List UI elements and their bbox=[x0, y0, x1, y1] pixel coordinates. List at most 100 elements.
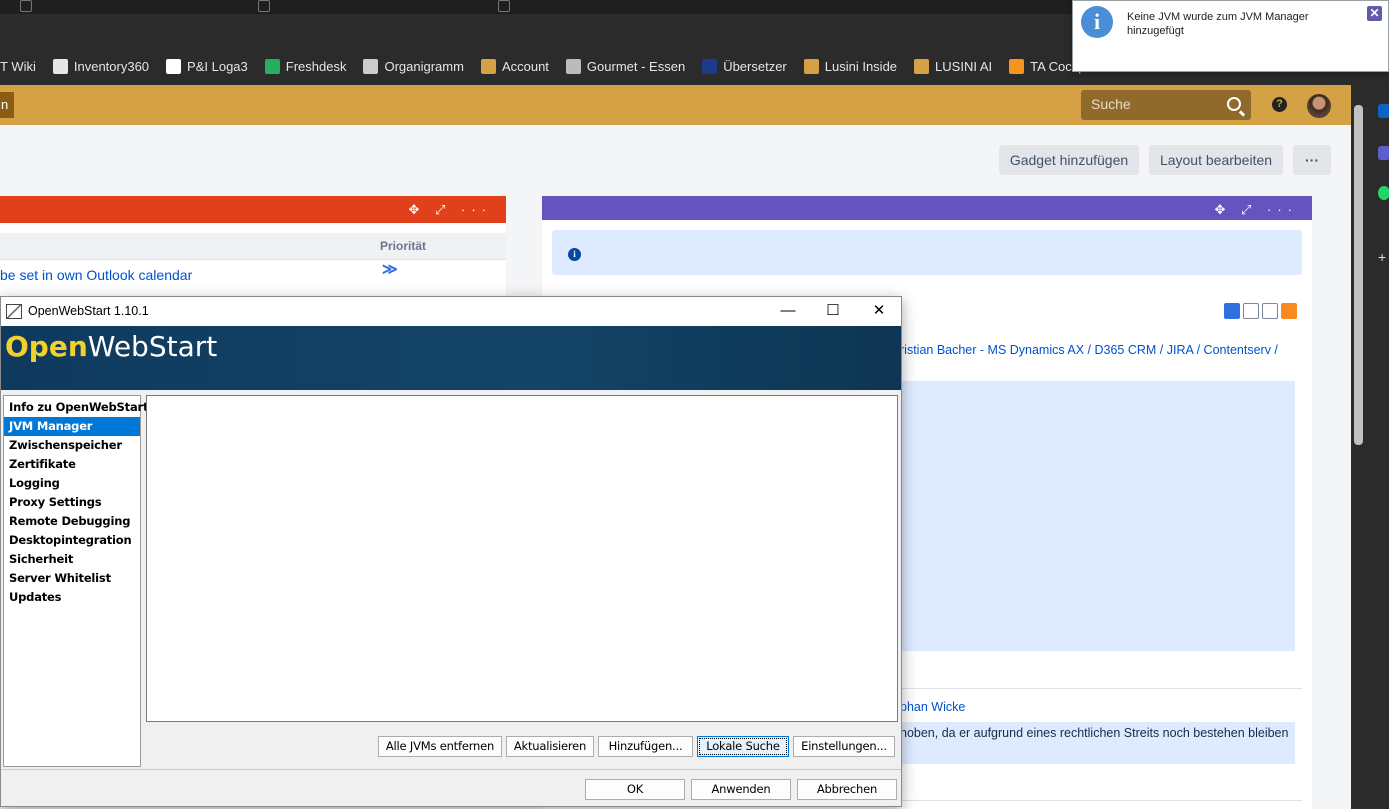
bookmark-icon bbox=[264, 59, 280, 74]
view-switcher bbox=[1224, 303, 1297, 319]
ok-button[interactable]: OK bbox=[585, 779, 685, 800]
openwebstart-window: OpenWebStart 1.10.1 — ☐ ✕ OpenWebStart I… bbox=[0, 296, 902, 807]
window-titlebar[interactable]: OpenWebStart 1.10.1 — ☐ ✕ bbox=[1, 297, 901, 326]
nav-item[interactable]: Sicherheit bbox=[4, 550, 140, 569]
gadget-right-header: ✥ ⤢ ··· bbox=[542, 196, 1312, 220]
nav-item[interactable]: Zertifikate bbox=[4, 455, 140, 474]
jvm-settings-button[interactable]: Einstellungen... bbox=[793, 736, 895, 757]
settings-nav-list: Info zu OpenWebStart JVM Manager Zwischens… bbox=[3, 395, 148, 767]
whatsapp-icon[interactable] bbox=[1378, 186, 1389, 200]
bookmark-item[interactable]: Account bbox=[480, 59, 549, 74]
info-icon: i bbox=[568, 248, 581, 261]
jira-top-nav: n Suche ? bbox=[0, 85, 1351, 125]
bookmark-item[interactable]: Inventory360 bbox=[52, 59, 150, 74]
outlook-icon[interactable] bbox=[1378, 104, 1389, 118]
jvm-list[interactable] bbox=[146, 395, 898, 722]
add-icon[interactable]: + bbox=[1378, 250, 1389, 264]
tree-view-icon[interactable] bbox=[1262, 303, 1278, 319]
bookmark-label: Account bbox=[501, 59, 549, 74]
close-icon[interactable]: ✕ bbox=[1367, 6, 1382, 21]
tab-favicon-icon[interactable] bbox=[498, 0, 510, 12]
activity-user-link[interactable]: phan Wicke bbox=[900, 700, 965, 714]
bookmark-icon bbox=[166, 59, 182, 74]
bookmark-icon bbox=[480, 59, 496, 74]
bookmark-label: T Wiki bbox=[0, 59, 36, 74]
detail-view-icon[interactable] bbox=[1243, 303, 1259, 319]
nav-item[interactable]: Updates bbox=[4, 588, 140, 607]
nav-item[interactable]: JVM Manager bbox=[4, 417, 140, 436]
notification-popup: i Keine JVM wurde zum JVM Manager hinzug… bbox=[1072, 0, 1389, 72]
issue-link[interactable]: be set in own Outlook calendar bbox=[0, 267, 192, 283]
table-header: Priorität bbox=[0, 233, 506, 260]
page-scrollbar[interactable] bbox=[1354, 105, 1363, 445]
info-icon: i bbox=[1081, 6, 1113, 38]
search-placeholder: Suche bbox=[1091, 96, 1131, 112]
nav-item[interactable]: Info zu OpenWebStart bbox=[4, 398, 148, 417]
nav-create-button[interactable]: n bbox=[0, 92, 14, 118]
add-gadget-button[interactable]: Gadget hinzufügen bbox=[999, 145, 1139, 175]
bookmark-item[interactable]: LUSINI AI bbox=[914, 59, 992, 74]
search-icon[interactable] bbox=[1227, 97, 1241, 111]
rss-icon[interactable] bbox=[1281, 303, 1297, 319]
bookmark-item[interactable]: Lusini Inside bbox=[803, 59, 897, 74]
gadget-left-header: ✥ ⤢ ··· bbox=[0, 196, 506, 223]
nav-item[interactable]: Proxy Settings bbox=[4, 493, 140, 512]
local-search-button[interactable]: Lokale Suche bbox=[697, 736, 789, 757]
divider bbox=[900, 800, 1302, 801]
column-header-priority[interactable]: Priorität bbox=[380, 239, 426, 253]
gadget-controls-icon[interactable]: ✥ ⤢ ··· bbox=[408, 202, 492, 218]
help-icon[interactable]: ? bbox=[1272, 97, 1287, 112]
bookmark-label: P&I Loga3 bbox=[187, 59, 248, 74]
divider bbox=[900, 688, 1302, 689]
priority-lowest-icon: ≫ bbox=[382, 261, 398, 278]
apply-button[interactable]: Anwenden bbox=[691, 779, 791, 800]
bookmark-item[interactable]: Übersetzer bbox=[702, 59, 787, 74]
bookmark-label: Gourmet - Essen bbox=[586, 59, 686, 74]
remove-all-jvms-button[interactable]: Alle JVMs entfernen bbox=[378, 736, 502, 757]
minimize-icon[interactable]: — bbox=[778, 303, 798, 319]
nav-item[interactable]: Logging bbox=[4, 474, 140, 493]
list-view-icon[interactable] bbox=[1224, 303, 1240, 319]
bookmark-icon bbox=[702, 59, 718, 74]
avatar[interactable] bbox=[1307, 94, 1331, 118]
info-message: i bbox=[552, 230, 1302, 275]
more-options-button[interactable]: ··· bbox=[1293, 145, 1331, 175]
bookmark-label: LUSINI AI bbox=[935, 59, 993, 74]
bookmark-icon bbox=[52, 59, 68, 74]
bookmark-item[interactable]: T Wiki bbox=[0, 59, 36, 74]
maximize-icon[interactable]: ☐ bbox=[823, 303, 843, 319]
cancel-button[interactable]: Abbrechen bbox=[797, 779, 897, 800]
search-input[interactable]: Suche bbox=[1081, 90, 1251, 120]
comment-text: hoben, da er aufgrund eines rechtlichen … bbox=[900, 726, 1289, 740]
bookmark-item[interactable]: P&I Loga3 bbox=[166, 59, 248, 74]
nav-item[interactable]: Server Whitelist bbox=[4, 569, 140, 588]
tab-favicon-icon[interactable] bbox=[20, 0, 32, 12]
teams-icon[interactable] bbox=[1378, 146, 1389, 160]
openwebstart-logo: OpenWebStart bbox=[5, 330, 218, 363]
notification-message: Keine JVM wurde zum JVM Manager hinzugef… bbox=[1127, 11, 1309, 37]
bookmark-icon bbox=[363, 59, 379, 74]
bookmark-label: Inventory360 bbox=[73, 59, 150, 74]
tab-favicon-icon[interactable] bbox=[258, 0, 270, 12]
nav-item[interactable]: Zwischenspeicher bbox=[4, 436, 140, 455]
bookmark-label: Freshdesk bbox=[285, 59, 347, 74]
openwebstart-banner: OpenWebStart bbox=[1, 326, 901, 390]
bookmark-item[interactable]: Organigramm bbox=[363, 59, 464, 74]
activity-link[interactable]: ristian Bacher - MS Dynamics AX / D365 C… bbox=[900, 343, 1278, 357]
close-icon[interactable]: ✕ bbox=[869, 303, 889, 319]
bookmark-icon bbox=[914, 59, 930, 74]
gadget-controls-icon[interactable]: ✥ ⤢ ··· bbox=[1214, 202, 1298, 218]
refresh-button[interactable]: Aktualisieren bbox=[506, 736, 594, 757]
bookmark-label: Übersetzer bbox=[723, 59, 787, 74]
window-title: OpenWebStart 1.10.1 bbox=[28, 304, 149, 318]
bookmark-item[interactable]: Gourmet - Essen bbox=[565, 59, 686, 74]
edit-layout-button[interactable]: Layout bearbeiten bbox=[1149, 145, 1283, 175]
add-jvm-button[interactable]: Hinzufügen... bbox=[598, 736, 693, 757]
bookmark-icon bbox=[565, 59, 581, 74]
bookmark-icon bbox=[803, 59, 819, 74]
nav-item[interactable]: Remote Debugging bbox=[4, 512, 140, 531]
app-icon bbox=[6, 304, 22, 319]
nav-item[interactable]: Desktopintegration bbox=[4, 531, 140, 550]
bookmark-item[interactable]: Freshdesk bbox=[264, 59, 347, 74]
activity-comment: hoben, da er aufgrund eines rechtlichen … bbox=[900, 722, 1295, 764]
